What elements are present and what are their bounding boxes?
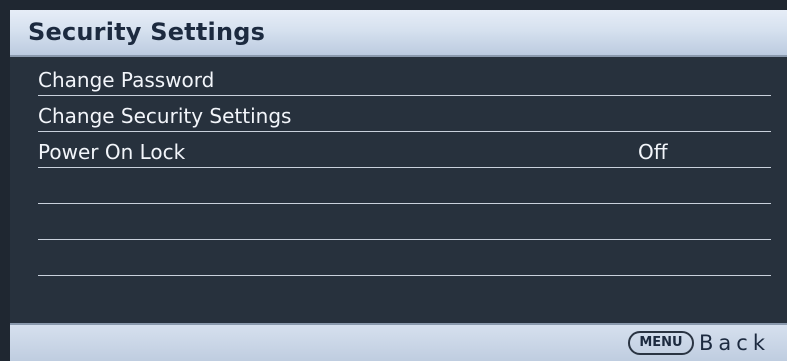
menu-item-label: Change Security Settings xyxy=(38,104,292,128)
menu-item-power-on-lock[interactable]: Power On Lock Off xyxy=(38,133,771,168)
back-label[interactable]: Back xyxy=(699,331,770,355)
menu-list: Change Password Change Security Settings… xyxy=(10,57,787,323)
menu-item-change-security-settings[interactable]: Change Security Settings xyxy=(38,97,771,132)
power-on-lock-value: Off xyxy=(638,140,668,164)
osd-security-settings-panel: Security Settings Change Password Change… xyxy=(0,0,787,361)
menu-item-empty xyxy=(38,205,771,240)
page-title: Security Settings xyxy=(28,18,266,46)
menu-item-label: Change Password xyxy=(38,68,215,92)
menu-key-icon[interactable]: MENU xyxy=(628,331,694,355)
header-bar: Security Settings xyxy=(10,10,787,57)
menu-item-change-password[interactable]: Change Password xyxy=(38,61,771,96)
menu-item-label: Power On Lock xyxy=(38,140,186,164)
menu-item-empty xyxy=(38,169,771,204)
footer-bar: MENU Back xyxy=(10,323,787,361)
menu-item-empty xyxy=(38,241,771,276)
